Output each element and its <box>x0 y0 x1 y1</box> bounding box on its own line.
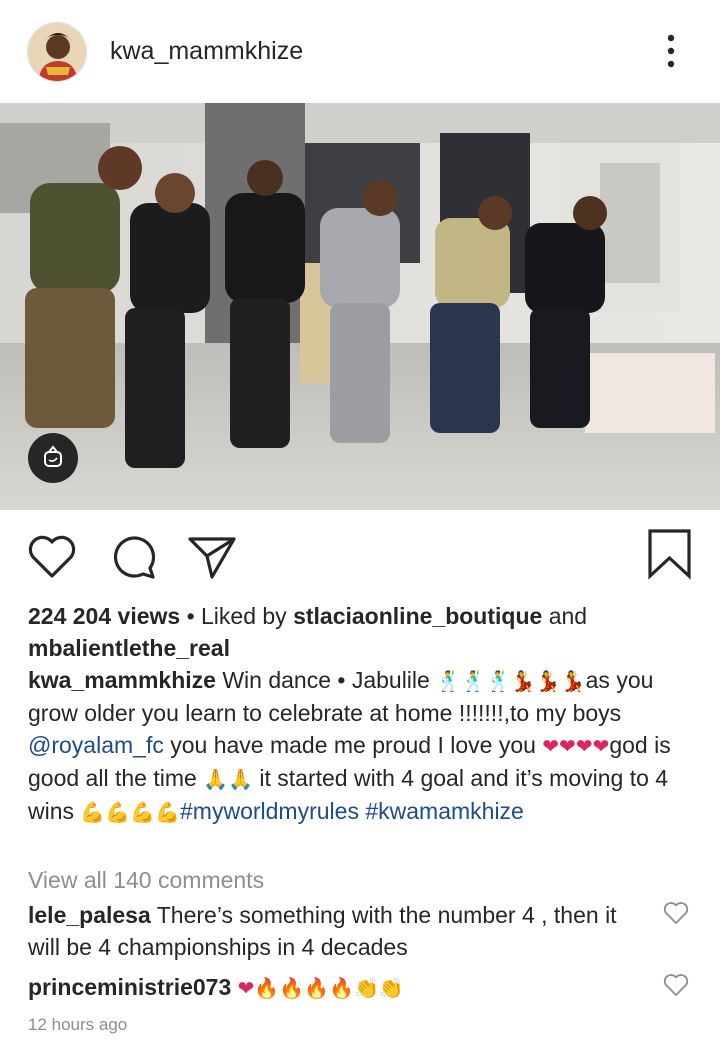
caption-author[interactable]: kwa_mammkhize <box>28 667 216 693</box>
avatar-image <box>28 23 86 81</box>
view-all-comments-link[interactable]: View all 140 comments <box>28 864 698 896</box>
comment-username[interactable]: lele_palesa <box>28 902 151 928</box>
comment-icon <box>113 536 156 579</box>
caption-text: Win dance • Jabulile <box>222 667 430 693</box>
post-caption: kwa_mammkhize Win dance • Jabulile 🕺🕺🕺💃💃… <box>28 664 698 828</box>
comment-item: lele_palesa There’s something with the n… <box>28 899 628 963</box>
post-author-username[interactable]: kwa_mammkhize <box>110 37 303 66</box>
caption-emoji: 🙏🙏 <box>203 767 253 791</box>
caption-mention[interactable]: @royalam_fc <box>28 732 164 758</box>
avatar[interactable] <box>27 22 87 82</box>
liked-by-user[interactable]: mbalientlethe_real <box>28 635 230 661</box>
heart-icon <box>663 974 689 996</box>
comment-username[interactable]: princeministrie073 <box>28 974 231 1000</box>
comment-button[interactable] <box>106 530 160 584</box>
liked-by-and: and <box>548 603 588 629</box>
more-options-button[interactable] <box>655 32 687 72</box>
post-header: kwa_mammkhize <box>0 0 720 103</box>
views-count[interactable]: 224 204 views <box>28 603 180 629</box>
comment-like-button[interactable] <box>662 899 690 927</box>
comment-emoji: ❤🔥🔥🔥🔥👏👏 <box>237 976 404 1000</box>
bookmark-icon <box>648 529 691 580</box>
share-icon <box>188 537 236 579</box>
post-video[interactable] <box>0 103 720 510</box>
post-action-bar <box>0 528 720 584</box>
bookmark-button[interactable] <box>643 528 697 582</box>
post-likes-summary: 224 204 views • Liked by stlaciaonline_b… <box>28 600 698 664</box>
caption-emoji: ❤❤❤❤ <box>542 734 610 758</box>
heart-icon <box>663 902 689 924</box>
post-timestamp: 12 hours ago <box>28 1015 128 1034</box>
caption-hashtag[interactable]: #myworldmyrules <box>180 798 359 824</box>
like-button[interactable] <box>25 530 79 584</box>
share-button[interactable] <box>185 530 239 584</box>
liked-by-prefix: • Liked by <box>186 603 287 629</box>
comment-item: princeministrie073 ❤🔥🔥🔥🔥👏👏 <box>28 971 628 1004</box>
heart-icon <box>28 535 76 578</box>
caption-hashtag[interactable]: #kwamamkhize <box>365 798 524 824</box>
liked-by-user[interactable]: stlaciaonline_boutique <box>293 603 542 629</box>
video-frame <box>0 103 720 510</box>
more-vertical-icon <box>667 34 675 68</box>
mute-icon <box>44 445 62 467</box>
caption-text: you have made me proud I love you <box>170 732 536 758</box>
comment-like-button[interactable] <box>662 971 690 999</box>
mute-toggle-button[interactable] <box>28 433 78 483</box>
caption-emoji: 💪💪💪💪 <box>80 800 181 824</box>
caption-emoji: 🕺🕺🕺💃💃💃 <box>436 669 586 693</box>
